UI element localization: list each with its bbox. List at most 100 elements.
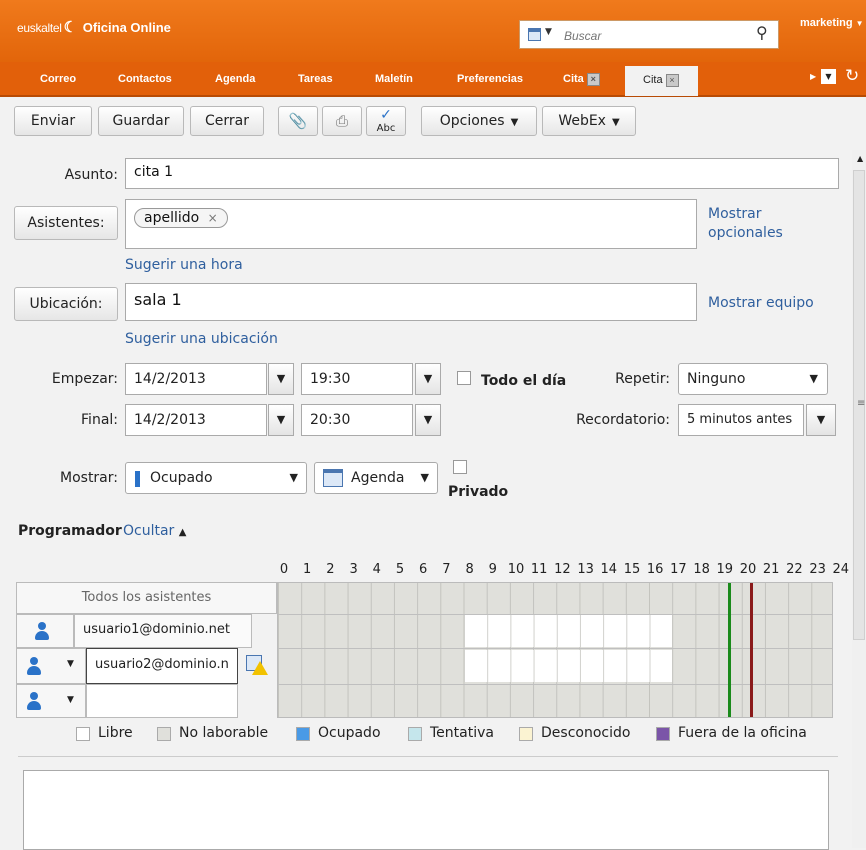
legend-label: Fuera de la oficina bbox=[678, 725, 807, 741]
end-time-input[interactable]: 20:30 bbox=[301, 404, 413, 436]
tab-correo[interactable]: Correo bbox=[40, 73, 76, 85]
hour-label: 2 bbox=[326, 562, 335, 577]
user-menu-dropdown-icon: ▼ bbox=[855, 19, 864, 28]
repeat-label: Repetir: bbox=[615, 371, 670, 387]
legend-swatch bbox=[519, 727, 533, 741]
notes-textarea[interactable] bbox=[23, 770, 829, 850]
hour-label: 1 bbox=[303, 562, 312, 577]
hour-label: 6 bbox=[419, 562, 428, 577]
tab-agenda[interactable]: Agenda bbox=[215, 73, 255, 85]
all-day-checkbox[interactable] bbox=[457, 371, 471, 385]
attendee-chip[interactable]: apellido × bbox=[134, 208, 228, 228]
hour-label: 22 bbox=[786, 562, 803, 577]
app-title: Oficina Online bbox=[82, 20, 171, 35]
legend-swatch bbox=[157, 727, 171, 741]
calendar-scope-icon[interactable] bbox=[528, 28, 541, 41]
user2-free-block bbox=[464, 650, 672, 682]
tab-tareas[interactable]: Tareas bbox=[298, 73, 333, 85]
main-nav: Correo Contactos Agenda Tareas Maletín P… bbox=[0, 62, 866, 97]
suggest-time-link[interactable]: Sugerir una hora bbox=[125, 257, 243, 273]
remove-chip-icon[interactable]: × bbox=[208, 211, 218, 225]
attendees-input[interactable]: apellido × bbox=[125, 199, 697, 249]
close-tab-icon[interactable]: × bbox=[665, 74, 679, 87]
reminder-select[interactable]: 5 minutos antes bbox=[678, 404, 804, 436]
free-busy-grid[interactable] bbox=[277, 582, 833, 718]
start-time-dropdown-icon[interactable]: ▼ bbox=[415, 363, 441, 395]
show-optional-link[interactable]: Mostrar opcionales bbox=[708, 205, 808, 243]
end-date-dropdown-icon[interactable]: ▼ bbox=[268, 404, 294, 436]
printer-icon: ⎙ bbox=[335, 112, 348, 130]
hour-label: 14 bbox=[600, 562, 618, 577]
hour-label: 11 bbox=[530, 562, 548, 577]
search-input[interactable] bbox=[562, 25, 756, 46]
scheduler-title: Programador bbox=[18, 523, 122, 539]
attach-button[interactable]: 📎 bbox=[278, 106, 318, 136]
tab-contactos[interactable]: Contactos bbox=[118, 73, 172, 85]
hour-label: 13 bbox=[577, 562, 594, 577]
end-date-input[interactable]: 14/2/2013 bbox=[125, 404, 267, 436]
hide-scheduler-link[interactable]: Ocultar ▲ bbox=[123, 523, 186, 539]
user-menu[interactable]: marketing ▼ bbox=[800, 17, 864, 29]
tab-cita-1[interactable]: Cita × bbox=[563, 73, 600, 86]
divider bbox=[18, 756, 838, 757]
tab-maletin[interactable]: Maletín bbox=[375, 73, 413, 85]
hour-label: 4 bbox=[372, 562, 381, 577]
user1-email: usuario1@dominio.net bbox=[74, 614, 252, 648]
tab-preferencias[interactable]: Preferencias bbox=[457, 73, 523, 85]
scroll-up-icon[interactable]: ▲ bbox=[857, 154, 863, 163]
legend-swatch bbox=[408, 727, 422, 741]
scope-dropdown-icon[interactable]: ▼ bbox=[545, 27, 552, 37]
hour-label: 5 bbox=[395, 562, 405, 577]
busy-color-icon bbox=[135, 471, 140, 487]
tab-cita-active[interactable]: Cita × bbox=[625, 66, 698, 96]
close-button[interactable]: Cerrar bbox=[190, 106, 264, 136]
refresh-icon[interactable]: ↻ bbox=[845, 66, 859, 86]
subject-input[interactable]: cita 1 bbox=[125, 158, 839, 189]
checkmark-icon: ✓ bbox=[380, 107, 392, 123]
print-button[interactable]: ⎙ bbox=[322, 106, 362, 136]
reminder-label: Recordatorio: bbox=[576, 412, 670, 428]
legend-label: Libre bbox=[98, 725, 133, 741]
nav-more-arrow-icon[interactable]: ▶ bbox=[810, 72, 816, 81]
address-book-warning-icon[interactable] bbox=[246, 655, 268, 677]
send-button[interactable]: Enviar bbox=[14, 106, 92, 136]
close-tab-icon[interactable]: × bbox=[586, 73, 600, 86]
search-icon[interactable]: ⚲ bbox=[756, 23, 768, 42]
legend-label: Ocupado bbox=[318, 725, 381, 741]
hour-label: 23 bbox=[809, 562, 826, 577]
webex-menu-button[interactable]: WebEx ▼ bbox=[542, 106, 636, 136]
repeat-select[interactable]: Ninguno ▼ bbox=[678, 363, 828, 395]
attendee-type-dropdown-icon[interactable]: ▼ bbox=[67, 695, 74, 705]
hour-label: 16 bbox=[646, 562, 664, 577]
brand-logo[interactable]: euskaltel ☾ Oficina Online bbox=[17, 18, 171, 36]
new-attendee-input[interactable] bbox=[86, 684, 238, 718]
end-time-dropdown-icon[interactable]: ▼ bbox=[415, 404, 441, 436]
calendar-select[interactable]: Agenda ▼ bbox=[314, 462, 438, 494]
spellcheck-button[interactable]: ✓ Abc bbox=[366, 106, 406, 136]
reminder-dropdown-icon[interactable]: ▼ bbox=[806, 404, 836, 436]
start-date-dropdown-icon[interactable]: ▼ bbox=[268, 363, 294, 395]
user1-free-block bbox=[464, 615, 672, 647]
location-button[interactable]: Ubicación: bbox=[14, 287, 118, 321]
save-button[interactable]: Guardar bbox=[98, 106, 184, 136]
user2-email-input[interactable]: usuario2@dominio.n bbox=[86, 648, 238, 684]
user2-icon-cell[interactable]: ▼ bbox=[16, 648, 86, 684]
private-checkbox[interactable] bbox=[453, 460, 467, 474]
show-equipment-link[interactable]: Mostrar equipo bbox=[708, 295, 814, 311]
dropdown-caret-icon: ▼ bbox=[420, 471, 429, 484]
start-date-input[interactable]: 14/2/2013 bbox=[125, 363, 267, 395]
nav-dropdown-icon[interactable]: ▼ bbox=[821, 69, 836, 84]
hour-label: 12 bbox=[554, 562, 571, 577]
start-time-input[interactable]: 19:30 bbox=[301, 363, 413, 395]
options-menu-button[interactable]: Opciones ▼ bbox=[421, 106, 537, 136]
user3-icon-cell[interactable]: ▼ bbox=[16, 684, 86, 718]
show-as-select[interactable]: Ocupado ▼ bbox=[125, 462, 307, 494]
attendees-button[interactable]: Asistentes: bbox=[14, 206, 118, 240]
location-input[interactable]: sala 1 bbox=[125, 283, 697, 321]
hour-label: 10 bbox=[507, 562, 525, 577]
suggest-location-link[interactable]: Sugerir una ubicación bbox=[125, 331, 278, 347]
end-label: Final: bbox=[81, 412, 118, 428]
attendee-type-dropdown-icon[interactable]: ▼ bbox=[67, 659, 74, 669]
legend-label: No laborable bbox=[179, 725, 269, 741]
legend-swatch bbox=[656, 727, 670, 741]
